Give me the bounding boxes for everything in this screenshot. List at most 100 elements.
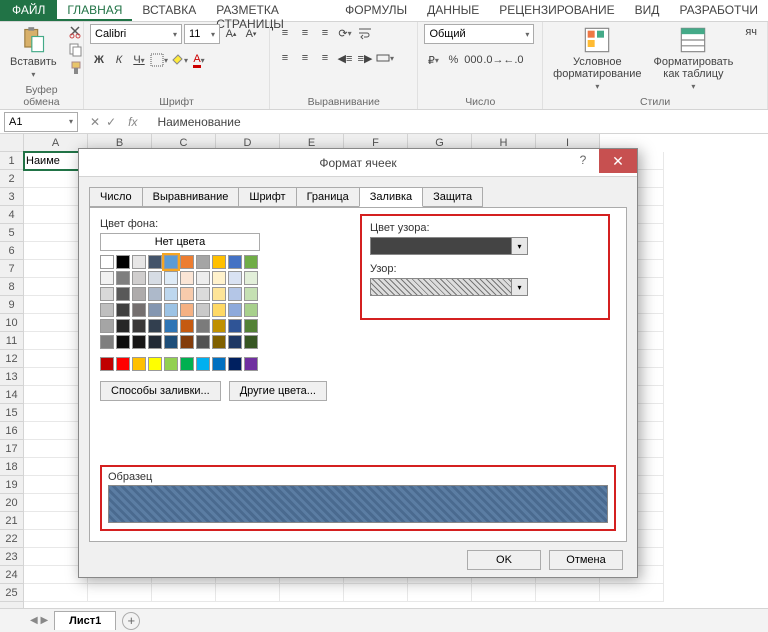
currency-button[interactable]: ₽▾ bbox=[424, 51, 442, 69]
number-format-select[interactable]: Общий▾ bbox=[424, 24, 534, 44]
color-swatch[interactable] bbox=[164, 335, 178, 349]
name-box[interactable]: A1▾ bbox=[4, 112, 78, 132]
dlg-tab-protect[interactable]: Защита bbox=[422, 187, 483, 207]
color-swatch[interactable] bbox=[164, 319, 178, 333]
row-header[interactable]: 10 bbox=[0, 314, 23, 332]
row-header[interactable]: 7 bbox=[0, 260, 23, 278]
color-swatch[interactable] bbox=[164, 287, 178, 301]
color-swatch[interactable] bbox=[148, 319, 162, 333]
color-swatch[interactable] bbox=[196, 319, 210, 333]
orientation-button[interactable]: ⟳▾ bbox=[336, 24, 354, 42]
color-swatch[interactable] bbox=[100, 255, 114, 269]
fill-color-button[interactable]: ▾ bbox=[170, 51, 188, 69]
shrink-font-button[interactable]: A▾ bbox=[242, 25, 260, 43]
conditional-format-button[interactable]: Условное форматирование▾ bbox=[549, 24, 645, 93]
tab-data[interactable]: ДАННЫЕ bbox=[417, 0, 489, 21]
dec-decimal-button[interactable]: ←.0 bbox=[504, 51, 522, 69]
row-header[interactable]: 6 bbox=[0, 242, 23, 260]
row-header[interactable]: 1 bbox=[0, 152, 23, 170]
tab-insert[interactable]: ВСТАВКА bbox=[132, 0, 206, 21]
color-swatch[interactable] bbox=[212, 319, 226, 333]
color-swatch[interactable] bbox=[148, 255, 162, 269]
row-header[interactable]: 12 bbox=[0, 350, 23, 368]
cell[interactable] bbox=[472, 584, 536, 602]
align-bottom-button[interactable]: ≡ bbox=[316, 24, 334, 42]
row-header[interactable]: 22 bbox=[0, 530, 23, 548]
inc-decimal-button[interactable]: .0→ bbox=[484, 51, 502, 69]
row-header[interactable]: 24 bbox=[0, 566, 23, 584]
color-swatch[interactable] bbox=[100, 319, 114, 333]
indent-dec-button[interactable]: ◀≡ bbox=[336, 49, 354, 67]
row-header[interactable]: 23 bbox=[0, 548, 23, 566]
align-right-button[interactable]: ≡ bbox=[316, 49, 334, 67]
color-swatch[interactable] bbox=[132, 335, 146, 349]
color-swatch[interactable] bbox=[180, 287, 194, 301]
row-header[interactable]: 17 bbox=[0, 440, 23, 458]
merge-button[interactable]: ▾ bbox=[376, 49, 394, 67]
comma-button[interactable]: 000 bbox=[464, 51, 482, 69]
cell[interactable] bbox=[216, 584, 280, 602]
row-header[interactable]: 3 bbox=[0, 188, 23, 206]
align-top-button[interactable]: ≡ bbox=[276, 24, 294, 42]
color-swatch[interactable] bbox=[196, 357, 210, 371]
color-swatch[interactable] bbox=[228, 335, 242, 349]
dialog-help-button[interactable]: ? bbox=[569, 153, 597, 173]
color-swatch[interactable] bbox=[196, 287, 210, 301]
color-swatch[interactable] bbox=[212, 357, 226, 371]
copy-button[interactable] bbox=[67, 42, 85, 58]
color-swatch[interactable] bbox=[228, 319, 242, 333]
color-swatch[interactable] bbox=[100, 287, 114, 301]
color-swatch[interactable] bbox=[132, 255, 146, 269]
color-swatch[interactable] bbox=[100, 271, 114, 285]
underline-button[interactable]: Ч ▾ bbox=[130, 51, 148, 69]
sheet-tab-active[interactable]: Лист1 bbox=[54, 611, 116, 630]
cell[interactable] bbox=[344, 584, 408, 602]
row-header[interactable]: 13 bbox=[0, 368, 23, 386]
row-header[interactable]: 18 bbox=[0, 458, 23, 476]
cut-button[interactable] bbox=[67, 24, 85, 40]
row-header[interactable]: 16 bbox=[0, 422, 23, 440]
color-swatch[interactable] bbox=[164, 271, 178, 285]
no-color-button[interactable]: Нет цвета bbox=[100, 233, 260, 251]
color-swatch[interactable] bbox=[148, 287, 162, 301]
color-swatch[interactable] bbox=[116, 319, 130, 333]
cell[interactable] bbox=[408, 584, 472, 602]
color-swatch[interactable] bbox=[180, 255, 194, 269]
dlg-tab-fill[interactable]: Заливка bbox=[359, 187, 423, 207]
color-swatch[interactable] bbox=[164, 255, 178, 269]
tab-review[interactable]: РЕЦЕНЗИРОВАНИЕ bbox=[489, 0, 624, 21]
cell[interactable] bbox=[536, 584, 600, 602]
bold-button[interactable]: Ж bbox=[90, 51, 108, 69]
tab-dev[interactable]: РАЗРАБОТЧИ bbox=[669, 0, 768, 21]
color-swatch[interactable] bbox=[228, 287, 242, 301]
color-swatch[interactable] bbox=[244, 357, 258, 371]
formula-input[interactable] bbox=[151, 112, 768, 132]
color-swatch[interactable] bbox=[196, 271, 210, 285]
dlg-tab-align[interactable]: Выравнивание bbox=[142, 187, 240, 207]
row-header[interactable]: 4 bbox=[0, 206, 23, 224]
row-header[interactable]: 9 bbox=[0, 296, 23, 314]
color-swatch[interactable] bbox=[148, 303, 162, 317]
color-swatch[interactable] bbox=[100, 303, 114, 317]
color-swatch[interactable] bbox=[228, 357, 242, 371]
color-swatch[interactable] bbox=[180, 357, 194, 371]
ok-button[interactable]: OK bbox=[467, 550, 541, 570]
color-swatch[interactable] bbox=[132, 357, 146, 371]
fill-methods-button[interactable]: Способы заливки... bbox=[100, 381, 221, 401]
percent-button[interactable]: % bbox=[444, 51, 462, 69]
color-swatch[interactable] bbox=[212, 303, 226, 317]
color-swatch[interactable] bbox=[180, 271, 194, 285]
color-swatch[interactable] bbox=[212, 255, 226, 269]
color-swatch[interactable] bbox=[244, 287, 258, 301]
cell[interactable] bbox=[600, 584, 664, 602]
dlg-tab-border[interactable]: Граница bbox=[296, 187, 360, 207]
color-swatch[interactable] bbox=[196, 335, 210, 349]
color-swatch[interactable] bbox=[116, 357, 130, 371]
row-header[interactable]: 20 bbox=[0, 494, 23, 512]
cell[interactable] bbox=[280, 584, 344, 602]
row-header[interactable]: 25 bbox=[0, 584, 23, 602]
color-swatch[interactable] bbox=[180, 319, 194, 333]
color-swatch[interactable] bbox=[196, 255, 210, 269]
font-select[interactable]: Calibri▾ bbox=[90, 24, 182, 44]
cell-styles-button[interactable]: яч bbox=[741, 24, 761, 40]
